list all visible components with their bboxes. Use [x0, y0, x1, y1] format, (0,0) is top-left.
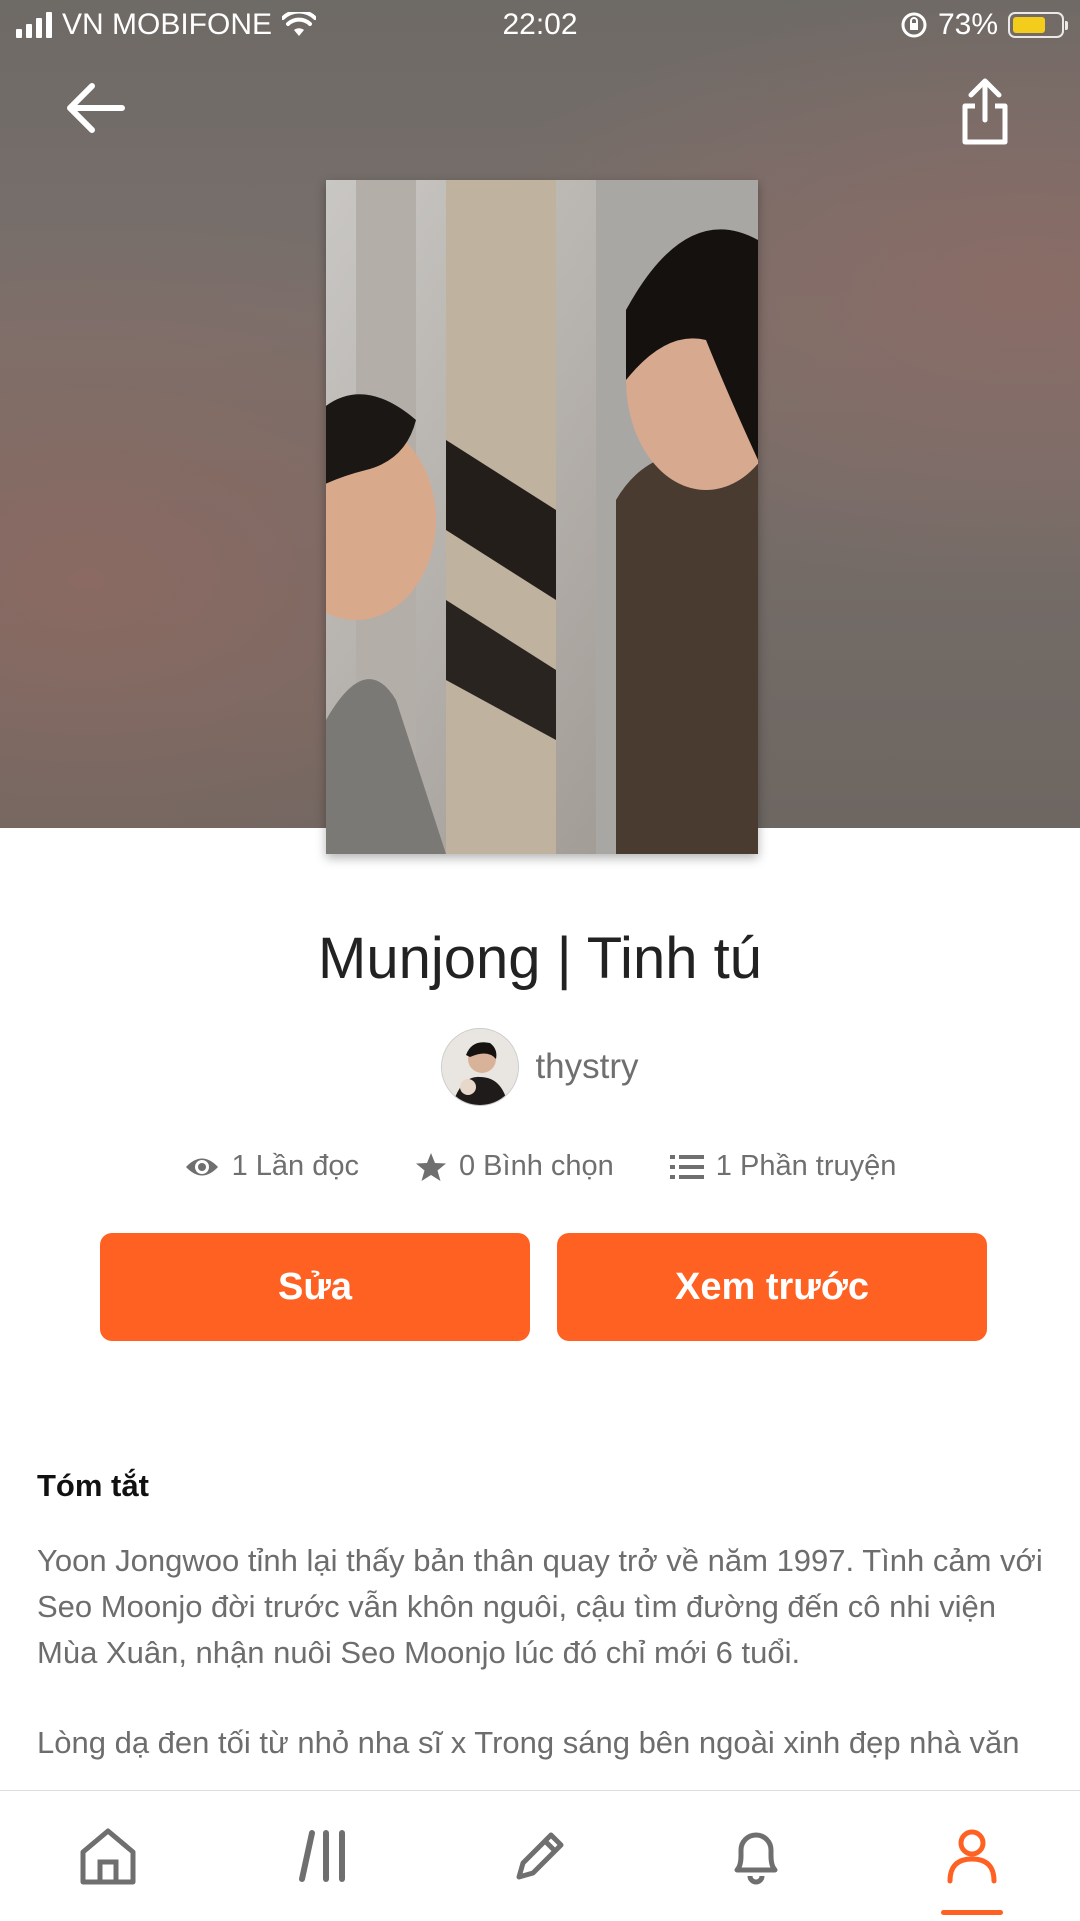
tab-notifications[interactable]: [648, 1791, 864, 1921]
bottom-tab-bar: [0, 1790, 1080, 1921]
profile-icon: [947, 1829, 997, 1884]
avatar: [441, 1028, 520, 1106]
arrow-left-icon: [67, 83, 125, 133]
edit-button[interactable]: Sửa: [100, 1233, 530, 1341]
author-name: thystry: [535, 1047, 639, 1086]
story-title: Munjong | Tinh tú: [318, 926, 762, 991]
reads-label: 1 Lần đọc: [231, 1150, 359, 1182]
summary-paragraph: Lòng dạ đen tối từ nhỏ nha sĩ x Trong sá…: [37, 1725, 1020, 1760]
summary-text: Yoon Jongwoo tỉnh lại thấy bản thân quay…: [37, 1538, 1047, 1810]
tab-write[interactable]: [432, 1791, 648, 1921]
tab-home[interactable]: [0, 1791, 216, 1921]
battery-icon: [1008, 12, 1068, 38]
author-link[interactable]: thystry: [0, 1028, 1080, 1106]
tab-profile[interactable]: [864, 1791, 1080, 1921]
summary-paragraph: Yoon Jongwoo tỉnh lại thấy bản thân quay…: [37, 1543, 1043, 1670]
back-button[interactable]: [60, 78, 130, 138]
parts-stat: 1 Phần truyện: [669, 1150, 897, 1183]
votes-label: 0 Bình chọn: [459, 1150, 614, 1182]
bell-icon: [734, 1832, 778, 1885]
tab-library[interactable]: [216, 1791, 432, 1921]
battery-percent: 73%: [937, 8, 998, 41]
share-button[interactable]: [955, 76, 1015, 148]
story-cover-image[interactable]: [326, 180, 758, 854]
preview-button[interactable]: Xem trước: [557, 1233, 987, 1341]
library-icon: [299, 1830, 345, 1882]
star-icon: [416, 1152, 446, 1181]
active-tab-indicator: [941, 1910, 1003, 1915]
parts-label: 1 Phần truyện: [715, 1150, 897, 1182]
share-icon: [962, 78, 1008, 145]
cover-photo: [326, 180, 758, 854]
orientation-lock-icon: [901, 12, 927, 38]
pencil-icon: [516, 1832, 564, 1880]
status-bar: VN MOBIFONE 22:02 73%: [0, 0, 1080, 50]
list-icon: [669, 1154, 704, 1179]
story-stats: 1 Lần đọc 0 Bình chọn 1 Phần truyện: [0, 1150, 1080, 1183]
votes-stat: 0 Bình chọn: [415, 1150, 614, 1183]
summary-heading: Tóm tắt: [37, 1468, 149, 1503]
reads-stat: 1 Lần đọc: [184, 1150, 359, 1183]
eye-icon: [185, 1158, 218, 1175]
home-icon: [80, 1828, 136, 1885]
